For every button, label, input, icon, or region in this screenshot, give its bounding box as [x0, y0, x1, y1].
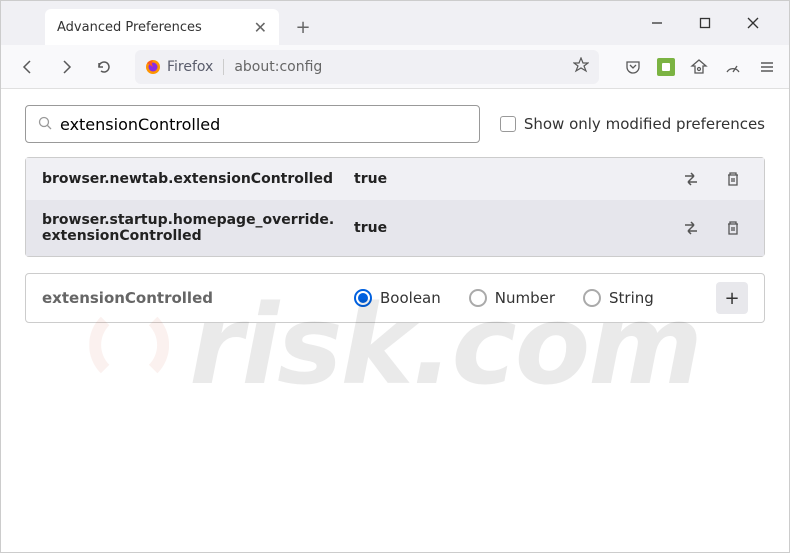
pref-actions: [676, 164, 748, 194]
new-pref-box: extensionControlled Boolean Number Strin…: [25, 273, 765, 323]
close-tab-icon[interactable]: ✕: [254, 18, 267, 37]
radio-label: Number: [495, 289, 555, 307]
radio-icon: [583, 289, 601, 307]
pref-name: browser.startup.homepage_override.extens…: [42, 212, 342, 244]
firefox-icon: [145, 59, 161, 75]
nav-bar: Firefox about:config: [1, 45, 789, 89]
show-modified-checkbox[interactable]: Show only modified preferences: [500, 115, 765, 133]
toggle-button[interactable]: [676, 164, 706, 194]
radio-label: Boolean: [380, 289, 441, 307]
pref-row: browser.startup.homepage_override.extens…: [26, 200, 764, 256]
back-button[interactable]: [13, 52, 43, 82]
tab-bar: Advanced Preferences ✕ +: [1, 1, 789, 45]
brand-label: Firefox: [167, 59, 224, 75]
mail-icon[interactable]: [689, 57, 709, 77]
add-button[interactable]: +: [716, 282, 748, 314]
pref-name: browser.newtab.extensionControlled: [42, 171, 342, 187]
search-icon: [38, 115, 52, 134]
radio-string[interactable]: String: [583, 289, 654, 307]
minimize-button[interactable]: [645, 11, 669, 35]
pocket-icon[interactable]: [623, 57, 643, 77]
delete-button[interactable]: [718, 213, 748, 243]
radio-number[interactable]: Number: [469, 289, 555, 307]
address-bar[interactable]: Firefox about:config: [135, 50, 599, 84]
search-row: Show only modified preferences: [25, 105, 765, 143]
url-text: about:config: [224, 59, 573, 75]
close-window-button[interactable]: [741, 11, 765, 35]
search-input[interactable]: [60, 115, 467, 134]
new-pref-name: extensionControlled: [42, 289, 342, 307]
prefs-table: browser.newtab.extensionControlled true …: [25, 157, 765, 257]
checkbox-icon: [500, 116, 516, 132]
bookmark-star-icon[interactable]: [573, 57, 589, 77]
pref-actions: [676, 213, 748, 243]
tab-title: Advanced Preferences: [57, 20, 254, 35]
radio-boolean[interactable]: Boolean: [354, 289, 441, 307]
pref-value: true: [354, 171, 664, 187]
checkbox-label: Show only modified preferences: [524, 115, 765, 133]
delete-button[interactable]: [718, 164, 748, 194]
pref-row: browser.newtab.extensionControlled true: [26, 158, 764, 200]
extension-icon[interactable]: [657, 58, 675, 76]
radio-icon: [354, 289, 372, 307]
maximize-button[interactable]: [693, 11, 717, 35]
reload-button[interactable]: [89, 52, 119, 82]
forward-button[interactable]: [51, 52, 81, 82]
identity-box: Firefox: [145, 59, 224, 75]
new-pref-row: extensionControlled Boolean Number Strin…: [26, 274, 764, 322]
pref-value: true: [354, 220, 664, 236]
radio-icon: [469, 289, 487, 307]
toggle-button[interactable]: [676, 213, 706, 243]
browser-tab[interactable]: Advanced Preferences ✕: [45, 9, 279, 45]
search-box[interactable]: [25, 105, 480, 143]
new-tab-button[interactable]: +: [287, 11, 319, 43]
menu-button[interactable]: [757, 57, 777, 77]
radio-label: String: [609, 289, 654, 307]
content-area: Show only modified preferences browser.n…: [1, 89, 789, 339]
window-controls: [645, 11, 789, 43]
meter-icon[interactable]: [723, 57, 743, 77]
type-radio-group: Boolean Number String: [354, 289, 704, 307]
toolbar-icons: [623, 57, 777, 77]
